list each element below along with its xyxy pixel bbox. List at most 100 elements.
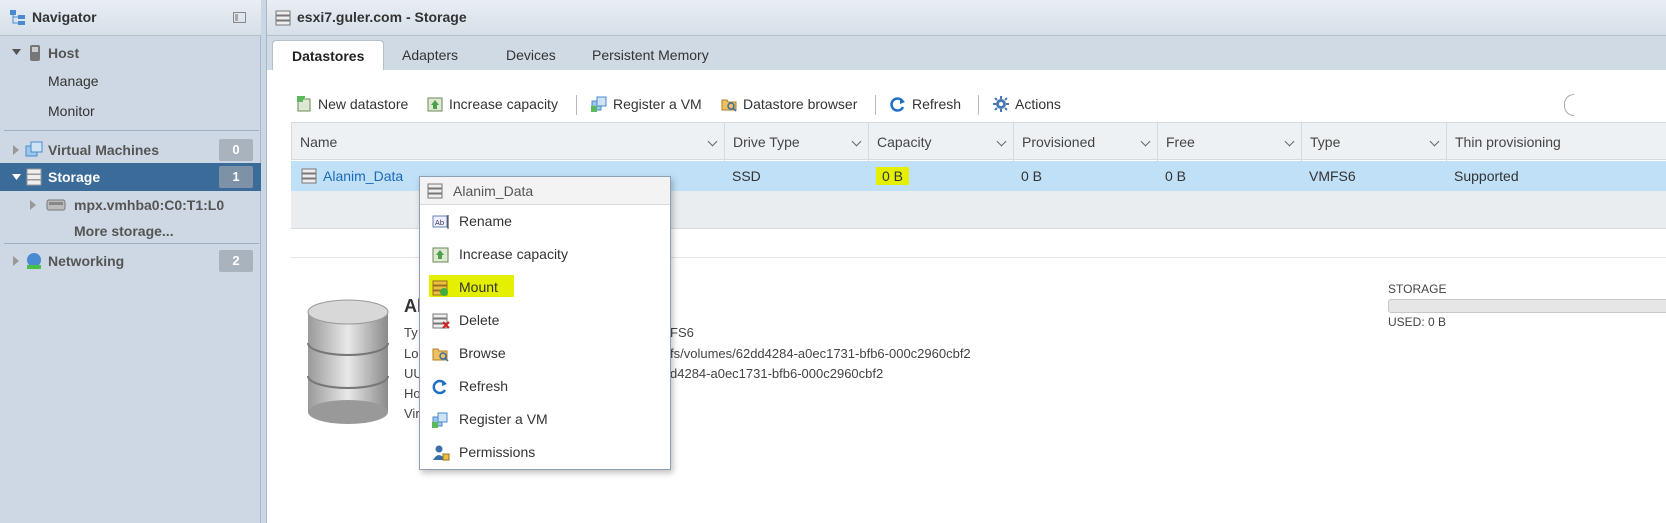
tab-adapters[interactable]: Adapters <box>383 40 477 70</box>
type-cell: VMFS6 <box>1309 168 1356 184</box>
column-header-type[interactable]: Type <box>1302 123 1447 161</box>
column-label: Free <box>1166 134 1195 150</box>
tab-datastores[interactable]: Datastores <box>272 40 385 70</box>
navigator-icon <box>10 10 25 25</box>
register-vm-icon <box>591 96 607 112</box>
increase-capacity-button[interactable]: Increase capacity <box>427 94 558 116</box>
menu-item-label: Mount <box>459 279 498 295</box>
expand-right-icon[interactable] <box>13 256 21 266</box>
context-menu-header: Alanim_Data <box>420 177 670 205</box>
nav-item-manage[interactable]: Manage <box>0 67 261 95</box>
actions-label: Actions <box>1015 96 1061 112</box>
column-header-name[interactable]: Name <box>292 123 725 161</box>
toolbar-separator <box>875 95 876 115</box>
nav-item-more-storage[interactable]: More storage... <box>0 217 261 245</box>
expand-down-icon[interactable] <box>12 49 22 57</box>
disk-icon <box>46 199 66 211</box>
datastore-name-link[interactable]: Alanim_Data <box>315 161 403 191</box>
toolbar-separator <box>576 95 577 115</box>
expand-right-icon[interactable] <box>30 200 38 210</box>
context-menu-title: Alanim_Data <box>453 183 534 199</box>
storage-count-badge: 1 <box>219 166 253 188</box>
menu-item-increase-capacity[interactable]: Increase capacity <box>420 240 670 270</box>
chevron-down-icon[interactable] <box>1284 136 1295 147</box>
collapse-icon[interactable] <box>233 12 247 24</box>
column-header-drive-type[interactable]: Drive Type <box>725 123 869 161</box>
detail-uuid-value: d4284-a0ec1731-bfb6-000c2960cbf2 <box>670 366 884 381</box>
menu-item-label: Browse <box>459 345 506 361</box>
chevron-down-icon[interactable] <box>707 136 718 147</box>
menu-item-mount[interactable]: Mount <box>420 273 670 303</box>
chevron-down-icon[interactable] <box>1429 136 1440 147</box>
menu-item-label: Register a VM <box>459 411 548 427</box>
networking-icon <box>27 253 41 269</box>
column-label: Thin provisioning <box>1455 134 1561 150</box>
navigator-title: Navigator <box>32 9 97 25</box>
increase-capacity-icon <box>427 97 443 112</box>
menu-item-rename[interactable]: Ab Rename <box>420 207 670 237</box>
tab-persistent-memory[interactable]: Persistent Memory <box>573 40 728 70</box>
menu-item-label: Rename <box>459 213 512 229</box>
svg-text:Ab: Ab <box>435 219 445 227</box>
menu-item-delete[interactable]: Delete <box>420 306 670 336</box>
column-label: Drive Type <box>733 134 800 150</box>
expand-right-icon[interactable] <box>13 145 21 155</box>
thin-provisioning-cell: Supported <box>1454 168 1519 184</box>
capacity-value: 0 B <box>876 167 910 185</box>
page-title: esxi7.guler.com - Storage <box>297 9 467 25</box>
column-label: Capacity <box>877 134 932 150</box>
nav-item-virtual-machines[interactable]: Virtual Machines 0 <box>0 136 261 164</box>
datastore-table-header: Name Drive Type Capacity Provisioned Fre… <box>291 122 1666 161</box>
vm-count-badge: 0 <box>219 139 253 161</box>
storage-icon <box>26 168 42 186</box>
menu-item-label: Delete <box>459 312 500 328</box>
column-header-provisioned[interactable]: Provisioned <box>1014 123 1158 161</box>
menu-item-label: Increase capacity <box>459 246 568 262</box>
column-label: Name <box>300 134 338 150</box>
column-header-free[interactable]: Free <box>1158 123 1302 161</box>
refresh-icon <box>432 379 447 395</box>
nav-item-host[interactable]: Host <box>0 39 261 67</box>
refresh-label: Refresh <box>912 96 962 112</box>
capacity-cell: 0 B <box>868 161 910 191</box>
column-header-thin-provisioning[interactable]: Thin provisioning <box>1447 123 1666 161</box>
menu-item-permissions[interactable]: Permissions <box>420 438 670 468</box>
chevron-down-icon[interactable] <box>851 136 862 147</box>
detail-type-value: FS6 <box>670 325 694 340</box>
increase-capacity-label: Increase capacity <box>449 96 558 112</box>
datastore-large-icon <box>307 299 389 424</box>
nav-item-storage[interactable]: Storage 1 <box>0 163 261 191</box>
provisioned-cell: 0 B <box>1021 168 1043 184</box>
search-box[interactable] <box>1564 94 1574 116</box>
drive-type-cell: SSD <box>732 168 761 184</box>
menu-item-refresh[interactable]: Refresh <box>420 372 670 402</box>
nav-divider <box>4 130 259 131</box>
menu-item-label: Refresh <box>459 378 509 394</box>
chevron-down-icon[interactable] <box>996 136 1007 147</box>
detail-location-label: Lo <box>404 346 419 361</box>
datastore-icon <box>427 183 443 199</box>
browse-icon <box>432 348 449 362</box>
column-header-capacity[interactable]: Capacity <box>869 123 1014 161</box>
register-vm-button[interactable]: Register a VM <box>591 94 702 116</box>
new-datastore-button[interactable]: New datastore <box>296 94 408 116</box>
nav-item-networking[interactable]: Networking 2 <box>0 247 261 275</box>
menu-item-browse[interactable]: Browse <box>420 339 670 369</box>
networking-count-badge: 2 <box>219 250 253 272</box>
nav-item-monitor[interactable]: Monitor <box>0 97 261 125</box>
detail-location-value: fs/volumes/62dd4284-a0ec1731-bfb6-000c29… <box>670 346 971 361</box>
menu-item-register-vm[interactable]: Register a VM <box>420 405 670 435</box>
navigator-panel: Navigator Host Manage Monitor Virtual Ma… <box>0 0 261 523</box>
refresh-button[interactable]: Refresh <box>890 94 961 116</box>
chevron-down-icon[interactable] <box>1140 136 1151 147</box>
new-datastore-icon <box>297 96 311 112</box>
actions-button[interactable]: Actions <box>993 94 1061 116</box>
toolbar-separator <box>978 95 979 115</box>
nav-item-label: mpx.vmhba0:C0:T1:L0 <box>74 197 225 213</box>
nav-divider <box>4 243 259 244</box>
tab-devices[interactable]: Devices <box>487 40 575 70</box>
expand-down-icon[interactable] <box>12 174 22 182</box>
nav-item-device[interactable]: mpx.vmhba0:C0:T1:L0 <box>0 191 261 219</box>
datastore-browser-button[interactable]: Datastore browser <box>721 94 857 116</box>
mount-icon <box>432 280 448 296</box>
